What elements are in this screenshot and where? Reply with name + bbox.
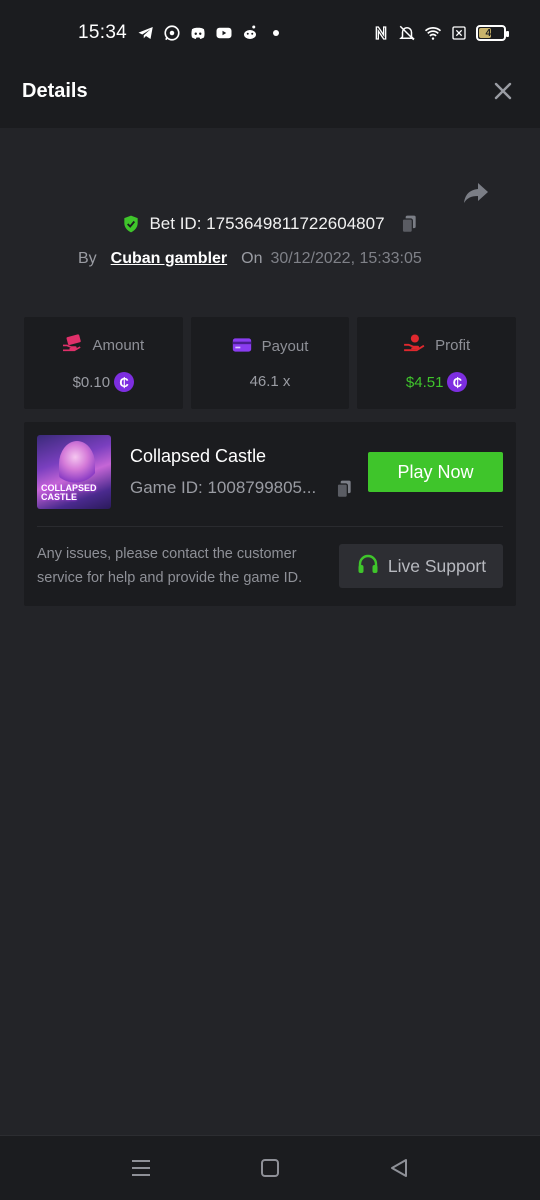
- status-time: 15:34: [78, 22, 128, 43]
- coin-icon: ₵: [114, 372, 135, 392]
- support-message: Any issues, please contact the customer …: [37, 546, 303, 586]
- card-icon: [232, 337, 252, 357]
- user-link[interactable]: Cuban gambler: [111, 250, 227, 268]
- bet-id-row: Bet ID: 1753649811722604807: [0, 214, 540, 234]
- verified-shield-icon: [121, 214, 141, 234]
- close-button[interactable]: [490, 78, 516, 104]
- money-hand-icon: [62, 334, 82, 356]
- home-button[interactable]: [258, 1156, 282, 1180]
- status-bar: 15:34 46: [0, 0, 540, 56]
- notification-icons: [137, 24, 285, 42]
- live-support-button[interactable]: Live Support: [339, 544, 503, 588]
- stat-profit: Profit $4.51 ₵: [357, 317, 517, 409]
- system-nav-bar: [0, 1135, 540, 1200]
- dot-icon: [267, 24, 285, 42]
- copy-bet-id-button[interactable]: [399, 214, 419, 234]
- sim-off-icon: [450, 24, 468, 42]
- game-art-figure: [59, 441, 95, 487]
- whatsapp-icon: [163, 24, 181, 42]
- copy-icon: [401, 215, 416, 233]
- stat-payout: Payout 46.1 x: [190, 317, 350, 409]
- stat-payout-value: 46.1 x: [249, 372, 291, 390]
- home-square-icon: [261, 1159, 279, 1177]
- game-id-row: Game ID: 1008799805...: [130, 478, 316, 498]
- wifi-icon: [424, 24, 442, 42]
- system-icons: 46: [372, 24, 509, 42]
- discord-icon: [189, 24, 207, 42]
- details-header: Details: [0, 56, 540, 128]
- stat-amount-value: $0.10: [72, 373, 111, 391]
- youtube-icon: [215, 24, 233, 42]
- bet-datetime: 30/12/2022, 15:33:05: [270, 250, 422, 267]
- menu-icon: [132, 1160, 150, 1176]
- copy-icon: [336, 480, 351, 498]
- play-now-button[interactable]: Play Now: [368, 452, 503, 492]
- back-triangle-icon: [391, 1159, 407, 1177]
- game-card: COLLAPSED CASTLE Collapsed Castle Game I…: [24, 422, 516, 606]
- copy-game-id-button[interactable]: [334, 479, 354, 499]
- reddit-icon: [241, 24, 259, 42]
- bet-stats: Amount $0.10 ₵ Payout 46.1 x Profit $4.5…: [24, 317, 517, 409]
- game-thumbnail[interactable]: COLLAPSED CASTLE: [37, 435, 111, 509]
- bell-off-icon: [398, 24, 416, 42]
- stat-profit-label: Profit: [435, 336, 471, 354]
- recent-apps-button[interactable]: [129, 1156, 153, 1180]
- close-icon: [494, 82, 512, 100]
- headset-icon: [356, 552, 380, 581]
- page-title: Details: [22, 80, 88, 102]
- stat-amount: Amount $0.10 ₵: [24, 317, 183, 409]
- share-button[interactable]: [462, 178, 490, 206]
- game-thumbnail-logo: COLLAPSED CASTLE: [41, 483, 97, 502]
- back-button[interactable]: [387, 1156, 411, 1180]
- bet-id: Bet ID: 1753649811722604807: [149, 214, 385, 233]
- nfc-icon: [372, 24, 390, 42]
- battery-icon: 46: [476, 25, 509, 41]
- divider: [37, 526, 503, 527]
- stat-amount-label: Amount: [92, 336, 145, 354]
- share-icon: [464, 183, 488, 203]
- telegram-icon: [137, 24, 155, 42]
- coin-icon: ₵: [447, 372, 468, 392]
- bet-meta-row: By Cuban gambler On 30/12/2022, 15:33:05: [78, 250, 422, 268]
- by-label: By: [78, 250, 97, 267]
- game-id: Game ID: 1008799805...: [130, 478, 317, 497]
- stat-payout-label: Payout: [261, 338, 309, 355]
- profit-hand-icon: [403, 334, 425, 356]
- live-support-label: Live Support: [387, 555, 487, 576]
- game-name: Collapsed Castle: [130, 446, 267, 466]
- on-label: On: [241, 250, 263, 267]
- stat-profit-value: $4.51: [405, 373, 444, 391]
- battery-level: 46: [485, 27, 497, 39]
